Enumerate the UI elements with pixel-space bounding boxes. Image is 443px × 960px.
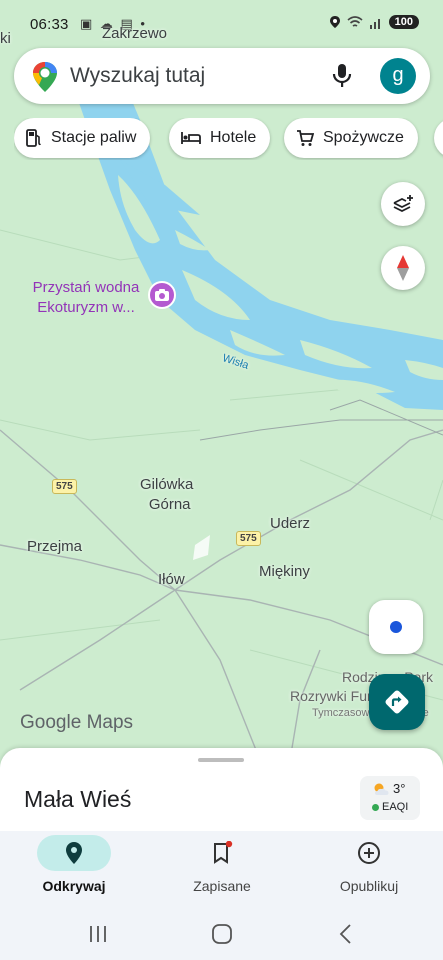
fuel-icon [26,129,41,147]
bottom-navigation: Odkrywaj Zapisane Opublikuj [0,831,443,908]
layers-icon [393,195,413,213]
bottom-sheet[interactable]: Mała Wieś 3° EAQI [0,748,443,831]
map-label-przejma: Przejma [27,538,83,555]
add-circle-icon [358,842,380,864]
bed-icon [181,132,201,144]
chip-fuel[interactable]: Stacje paliw [14,118,151,158]
bookmark-icon [214,841,233,864]
chip-more[interactable] [434,118,443,158]
map-label-ilow: Iłów [158,571,185,588]
layers-button[interactable] [381,182,425,226]
category-chips: Stacje paliw Hotele Spożywcze [14,118,443,160]
camera-poi-marker[interactable] [148,281,176,309]
poi-label[interactable]: Przystań wodna Ekoturyzm w... [28,278,144,318]
air-quality-label: EAQI [382,801,409,813]
tab-explore[interactable]: Odkrywaj [0,831,148,908]
camera-icon [155,289,169,301]
system-icons: 100 [329,15,419,29]
explore-pin-icon [66,842,82,864]
recent-apps-icon[interactable] [88,924,108,944]
wifi-icon [347,15,363,27]
road-number: 575 [52,479,77,494]
map-view[interactable]: 06:33 ▣ ☁ ▤ • 100 ki Zakrzewo Wisła Przy… [0,0,443,760]
sheet-drag-handle[interactable] [198,758,244,762]
clock: 06:33 [30,16,69,33]
avatar[interactable]: g [380,58,416,94]
battery-indicator: 100 [388,15,419,29]
status-bar: 06:33 ▣ ☁ ▤ • 100 [0,0,443,48]
directions-button[interactable] [369,674,425,730]
directions-icon [385,690,409,714]
temperature: 3° [393,781,406,796]
location-status-icon [329,16,340,28]
home-icon[interactable] [211,923,233,945]
map-label-uderz: Uderz [270,515,311,532]
compass-button[interactable] [381,246,425,290]
map-label-left-edge: ki [0,30,11,47]
system-navigation-bar [0,908,443,960]
chip-groceries[interactable]: Spożywcze [284,118,418,158]
chip-hotels[interactable]: Hotele [169,118,271,158]
search-bar[interactable]: Wyszukaj tutaj g [14,48,430,104]
map-label-gilowka: Gilówka Górna [140,476,194,513]
search-input[interactable]: Wyszukaj tutaj [70,64,205,88]
compass-icon [397,255,409,281]
tab-saved[interactable]: Zapisane [148,831,296,908]
weather-chip[interactable]: 3° EAQI [360,776,420,820]
mic-icon[interactable] [332,63,352,89]
partly-cloudy-icon [374,783,389,795]
back-icon[interactable] [338,923,354,945]
tab-contribute[interactable]: Opublikuj [295,831,443,908]
road-number: 575 [236,531,261,546]
map-label-zakrzewo: Zakrzewo [102,25,168,42]
google-maps-logo: Google Maps [20,712,134,733]
my-location-icon [390,621,402,633]
air-quality-dot-icon [372,803,379,811]
signal-icon [369,18,380,29]
place-title: Mała Wieś [24,786,132,812]
cart-icon [297,130,314,146]
my-location-button[interactable] [369,600,423,654]
map-label-miekiny: Miękiny [259,563,310,580]
maps-pin-icon [33,62,57,92]
